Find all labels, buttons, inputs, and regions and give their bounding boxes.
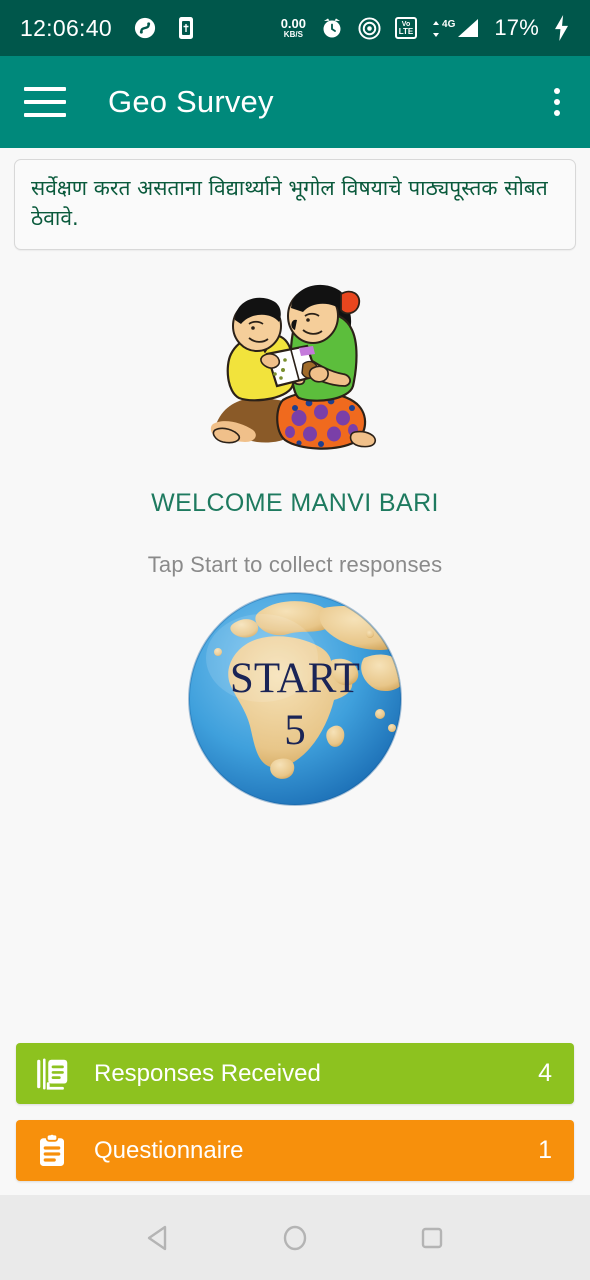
questionnaire-bar[interactable]: Questionnaire 1: [16, 1120, 574, 1181]
two-children-reading-book-illustration: [210, 284, 377, 450]
questionnaire-count: 1: [538, 1136, 552, 1164]
page-title: Geo Survey: [108, 84, 274, 119]
responses-received-bar[interactable]: Responses Received 4: [16, 1043, 574, 1104]
network-type-label: 4G: [442, 19, 456, 30]
instruction-notice: सर्वेक्षण करत असताना विद्यार्थ्याने भूगो…: [14, 159, 576, 250]
status-bar: 12:06:40 0.00 KB/S Vo LTE 4G 17%: [0, 0, 590, 56]
volte-icon: Vo LTE: [395, 17, 418, 39]
signal-strength-icon: 4G: [431, 17, 480, 39]
questionnaire-label: Questionnaire: [94, 1136, 244, 1164]
android-navigation-bar: [0, 1195, 590, 1280]
overflow-menu-icon[interactable]: [548, 82, 566, 122]
charging-bolt-icon: [553, 15, 570, 41]
clipboard-icon: [34, 1133, 78, 1169]
network-speed-unit: KB/S: [283, 30, 303, 39]
welcome-message: WELCOME MANVI BARI: [151, 488, 439, 517]
network-speed-value: 0.00: [280, 16, 307, 31]
start-button-count: 5: [284, 707, 306, 754]
start-button-label: START: [230, 655, 360, 702]
hotspot-icon: [358, 16, 381, 40]
main-content: सर्वेक्षण करत असताना विद्यार्थ्याने भूगो…: [0, 148, 590, 1195]
nfc-icon: [134, 17, 156, 39]
battery-percent-label: 17%: [494, 15, 539, 40]
vibrate-icon: [178, 17, 194, 39]
network-speed-indicator: 0.00 KB/S: [281, 17, 306, 39]
hamburger-menu-icon[interactable]: [24, 87, 66, 117]
responses-received-label: Responses Received: [94, 1059, 321, 1087]
home-circle-icon[interactable]: [265, 1208, 325, 1268]
alarm-clock-icon: [320, 16, 344, 40]
stat-bars-container: Responses Received 4 Questionnaire 1: [0, 1027, 590, 1195]
app-bar: Geo Survey: [0, 56, 590, 148]
back-triangle-icon[interactable]: [128, 1208, 188, 1268]
library-books-icon: [34, 1055, 78, 1093]
tap-hint-label: Tap Start to collect responses: [147, 551, 443, 577]
illustration-container: [14, 272, 576, 467]
start-button[interactable]: START 5: [14, 588, 576, 810]
volte-label-bottom: LTE: [398, 26, 414, 36]
status-bar-clock: 12:06:40: [20, 14, 112, 41]
recents-square-icon[interactable]: [402, 1208, 462, 1268]
responses-received-count: 4: [538, 1059, 552, 1087]
